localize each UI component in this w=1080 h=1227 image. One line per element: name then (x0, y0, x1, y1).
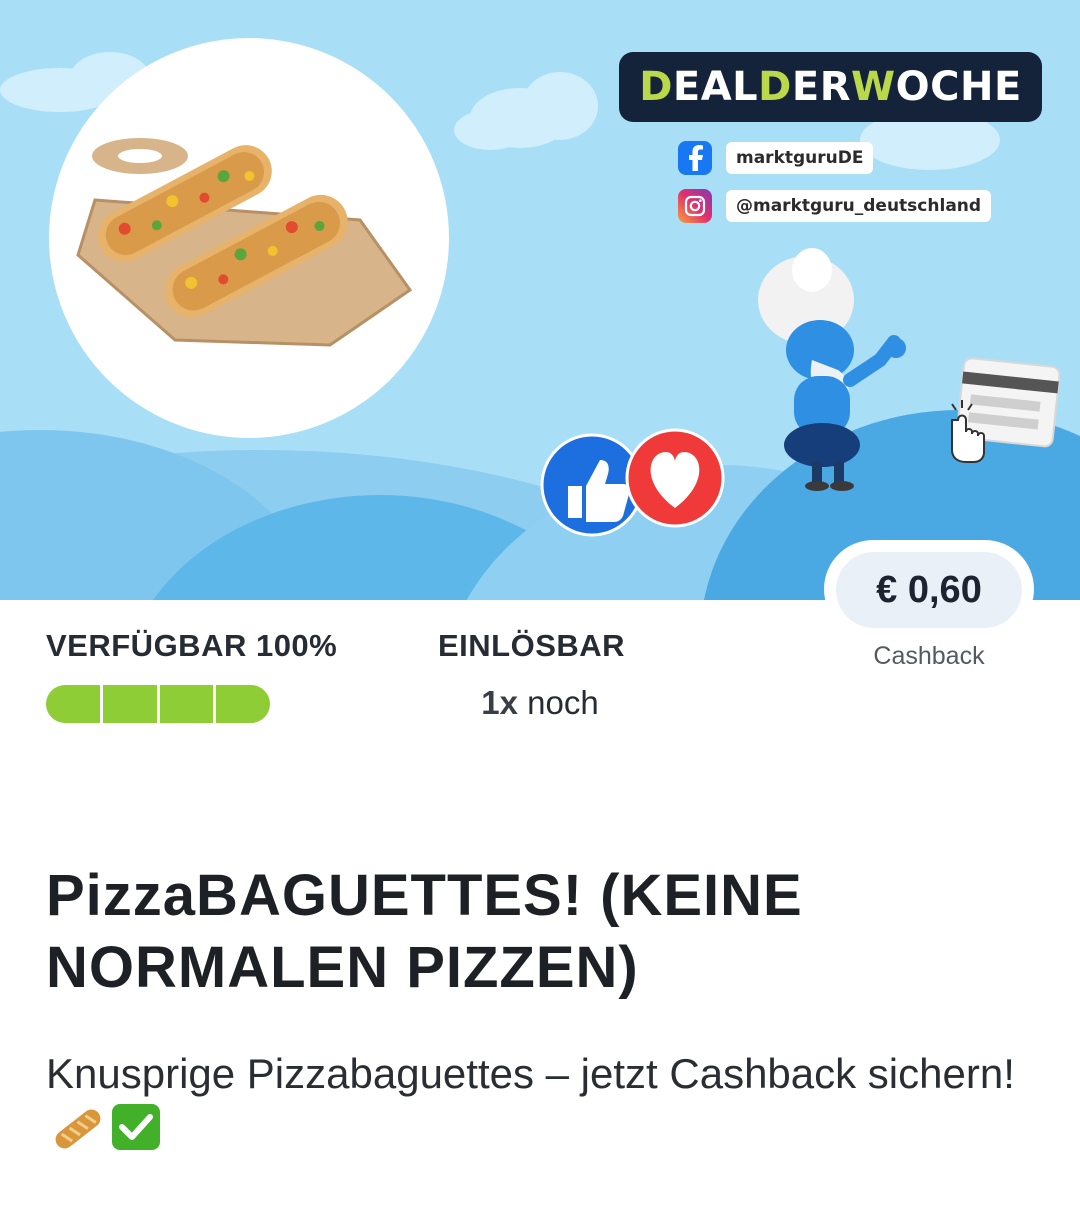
redeemable-suffix: noch (527, 684, 599, 721)
baguette-emoji (50, 1106, 106, 1166)
instagram-icon (678, 189, 712, 223)
availability-segment (160, 685, 217, 723)
cashback-amount: € 0,60 (836, 552, 1022, 628)
facebook-row: marktguruDE (678, 141, 874, 175)
redeemable-remaining: 1x noch (440, 684, 640, 722)
availability-bar (46, 685, 270, 723)
badge-text: OCHE (895, 64, 1022, 110)
instagram-row: @marktguru_deutschland (678, 189, 992, 223)
facebook-handle: marktguruDE (726, 142, 874, 174)
badge-text: ER (791, 64, 851, 110)
redeemable-count: 1x (481, 684, 518, 721)
deal-of-the-week-badge: D EAL D ER W OCHE (619, 52, 1042, 122)
check-mark-emoji (110, 1102, 162, 1166)
offer-title: PizzaBAGUETTES! (KEINE NORMALEN PIZZEN) (46, 863, 803, 1000)
heart-reaction-icon (625, 428, 725, 528)
badge-letter: W (851, 64, 896, 110)
offer-description-block: Knusprige Pizzabaguettes – jetzt Cashbac… (46, 1045, 1036, 1166)
cashback-label: Cashback (873, 642, 985, 670)
badge-text: EAL (672, 64, 759, 110)
availability-segment (216, 685, 270, 723)
badge-letter: D (639, 64, 673, 110)
offer-description: Knusprige Pizzabaguettes – jetzt Cashbac… (46, 1050, 1015, 1097)
badge-letter: D (758, 64, 792, 110)
facebook-icon (678, 141, 712, 175)
instagram-handle: @marktguru_deutschland (726, 190, 992, 222)
availability-label: VERFÜGBAR 100% (46, 628, 338, 663)
availability-segment (103, 685, 160, 723)
deal-banner: D EAL D ER W OCHE marktguruDE @marktguru_de… (0, 0, 1080, 600)
product-image (49, 38, 449, 438)
redeemable-label: EINLÖSBAR (438, 628, 626, 663)
availability-segment (46, 685, 103, 723)
